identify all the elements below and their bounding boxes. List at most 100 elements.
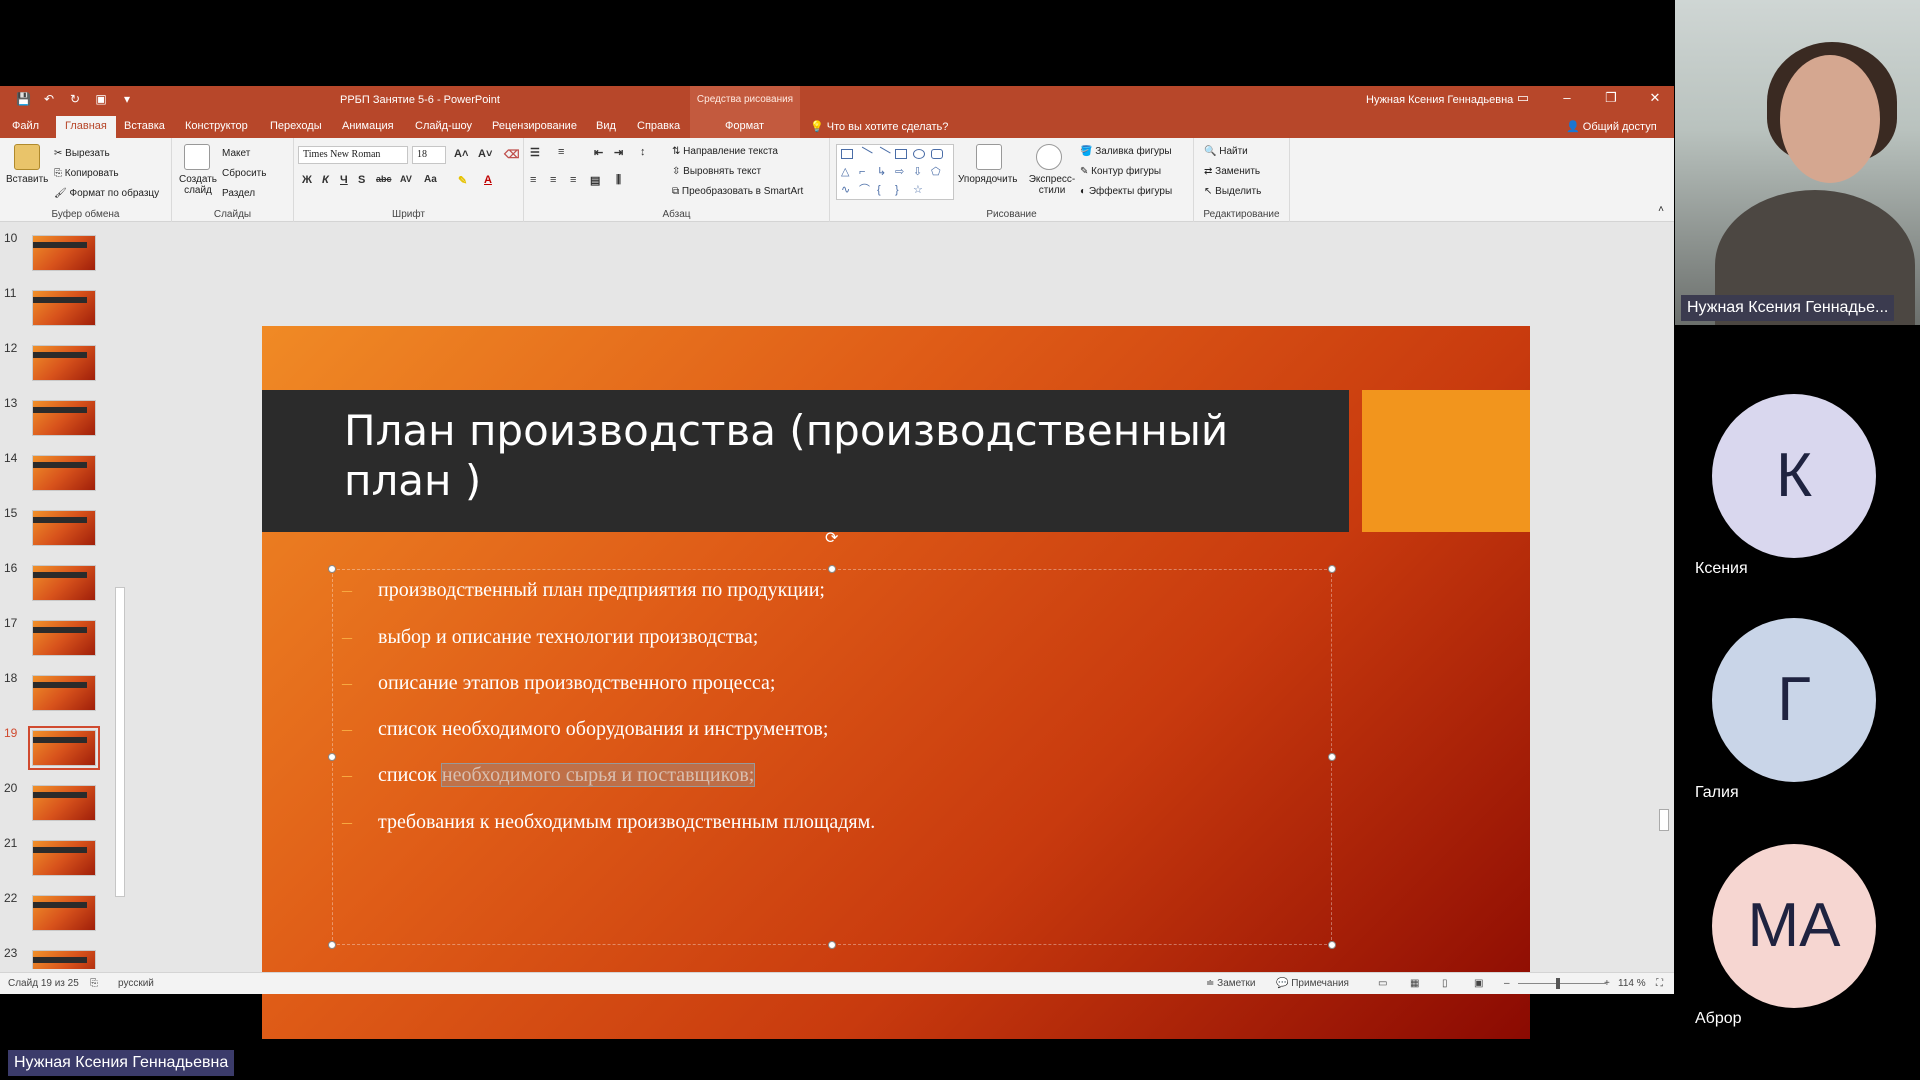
slide-scroll-thumb[interactable] [1659,809,1669,831]
slide-thumbnail[interactable]: 21 [0,836,120,884]
ribbon-display-icon[interactable]: ▭ [1516,90,1530,106]
layout-button[interactable]: Макет [222,148,250,159]
collapse-ribbon-icon[interactable]: ˄ [1658,204,1664,215]
language-indicator[interactable]: русский [118,978,154,989]
shape-curve[interactable]: ∿ [841,185,853,196]
font-size-select[interactable]: 18 [412,146,446,164]
arrange-button[interactable]: Упорядочить [958,174,1018,185]
paste-button[interactable]: Вставить [6,174,48,185]
normal-view-icon[interactable]: ▭ [1378,978,1387,989]
tab-slideshow[interactable]: Слайд-шоу [415,120,472,132]
shape-right-arrow[interactable]: ⇨ [895,167,907,178]
spacing-icon[interactable]: AV [400,174,412,184]
zoom-slider-thumb[interactable] [1556,978,1560,989]
notes-button[interactable]: ≐ Заметки [1206,978,1255,989]
resize-handle-se[interactable] [1328,941,1336,949]
section-button[interactable]: Раздел [222,188,255,199]
close-button[interactable]: ✕ [1648,90,1662,106]
shape-brace-left[interactable]: { [877,185,889,196]
slide-thumbnail[interactable]: 19 [0,726,120,774]
shape-star[interactable]: ☆ [913,185,925,196]
change-case-icon[interactable]: Aa [424,174,437,185]
replace-button[interactable]: ⇄ Заменить [1204,166,1260,177]
align-right-icon[interactable]: ≡ [570,174,576,186]
participant-avatar[interactable]: МА [1712,844,1876,1008]
arrange-icon[interactable] [976,144,1002,170]
resize-handle-s[interactable] [828,941,836,949]
tab-animations[interactable]: Анимация [342,120,394,132]
account-name[interactable]: Нужная Ксения Геннадьевна [1366,94,1513,106]
align-left-icon[interactable]: ≡ [530,174,536,186]
select-button[interactable]: ↖ Выделить [1204,186,1261,197]
save-icon[interactable]: 💾 [16,92,31,106]
quick-styles-icon[interactable] [1036,144,1062,170]
text-direction-button[interactable]: ⇅ Направление текста [672,146,778,157]
underline-icon[interactable]: Ч [340,174,348,186]
shape-textbox[interactable] [841,149,853,159]
comments-button[interactable]: 💬 Примечания [1276,978,1349,989]
tab-home[interactable]: Главная [56,116,116,138]
resize-handle-sw[interactable] [328,941,336,949]
shape-fill-button[interactable]: 🪣 Заливка фигуры [1080,146,1172,157]
slide-sorter-icon[interactable]: ▦ [1410,978,1419,989]
copy-button[interactable]: ⎘ Копировать [54,168,119,179]
slide-thumbnail[interactable]: 23 [0,946,120,969]
shapes-gallery[interactable]: △ ⌐ ↳ ⇨ ⇩ ⬠ ∿ ⌒ { } ☆ [836,144,954,200]
reset-button[interactable]: Сбросить [222,168,266,179]
shape-arc[interactable]: ⌒ [859,185,871,196]
font-name-select[interactable]: Times New Roman [298,146,408,164]
slide-thumbnail[interactable]: 13 [0,396,120,444]
slide-thumbnail[interactable]: 12 [0,341,120,389]
smartart-button[interactable]: ⧉ Преобразовать в SmartArt [672,186,803,197]
participant-avatar[interactable]: Г [1712,618,1876,782]
shape-arrow[interactable] [875,146,891,162]
shape-rounded-rectangle[interactable] [931,149,943,159]
new-slide-icon[interactable] [184,144,210,170]
tell-me-search[interactable]: 💡 Что вы хотите сделать? [810,120,948,133]
find-button[interactable]: 🔍 Найти [1204,146,1248,157]
shape-connector[interactable]: ⌐ [859,167,871,178]
slide-thumbnail[interactable]: 22 [0,891,120,939]
zoom-level[interactable]: 114 % [1618,978,1646,989]
tab-transitions[interactable]: Переходы [270,120,322,132]
zoom-out-icon[interactable]: – [1504,978,1510,989]
bold-icon[interactable]: Ж [302,174,312,186]
shape-outline-button[interactable]: ✎ Контур фигуры [1080,166,1161,177]
tab-help[interactable]: Справка [637,120,680,132]
strikethrough-icon[interactable]: abc [376,174,392,184]
cut-button[interactable]: ✂ Вырезать [54,148,110,159]
increase-indent-icon[interactable]: ⇥ [614,146,623,159]
line-spacing-icon[interactable]: ↕ [640,146,646,158]
quick-styles-button[interactable]: Экспресс-стили [1024,174,1080,196]
slide-thumbnail[interactable]: 14 [0,451,120,499]
slide-thumbnail[interactable]: 18 [0,671,120,719]
slide-scrollbar[interactable] [1656,223,1672,969]
tab-format[interactable]: Формат [725,120,764,132]
shape-brace-right[interactable]: } [895,185,907,196]
slide-title[interactable]: План производства (производственный план… [344,406,1304,506]
new-slide-button[interactable]: Создать слайд [178,174,218,196]
decrease-indent-icon[interactable]: ⇤ [594,146,603,159]
align-center-icon[interactable]: ≡ [550,174,556,186]
italic-icon[interactable]: К [322,174,329,186]
restore-button[interactable]: ❐ [1604,90,1618,106]
resize-handle-w[interactable] [328,753,336,761]
shape-rectangle[interactable] [895,149,907,159]
customize-qat-icon[interactable]: ▾ [120,92,134,106]
participant-avatar[interactable]: К [1712,394,1876,558]
clear-format-icon[interactable]: ⌫ [504,148,520,161]
minimize-button[interactable]: – [1560,90,1574,106]
tab-file[interactable]: Файл [12,120,39,132]
shape-triangle[interactable]: △ [841,167,853,178]
slide-thumbnail[interactable]: 15 [0,506,120,554]
shape-down-arrow[interactable]: ⇩ [913,167,925,178]
shape-effects-button[interactable]: ◐ Эффекты фигуры [1080,186,1172,197]
resize-handle-ne[interactable] [1328,565,1336,573]
slideshow-view-icon[interactable]: ▣ [1474,978,1483,989]
tab-review[interactable]: Рецензирование [492,120,577,132]
slide-canvas[interactable]: План производства (производственный план… [262,326,1530,1039]
selected-text[interactable]: необходимого сырья и поставщиков; [440,763,756,787]
resize-handle-n[interactable] [828,565,836,573]
resize-handle-nw[interactable] [328,565,336,573]
shape-elbow[interactable]: ↳ [877,167,889,178]
